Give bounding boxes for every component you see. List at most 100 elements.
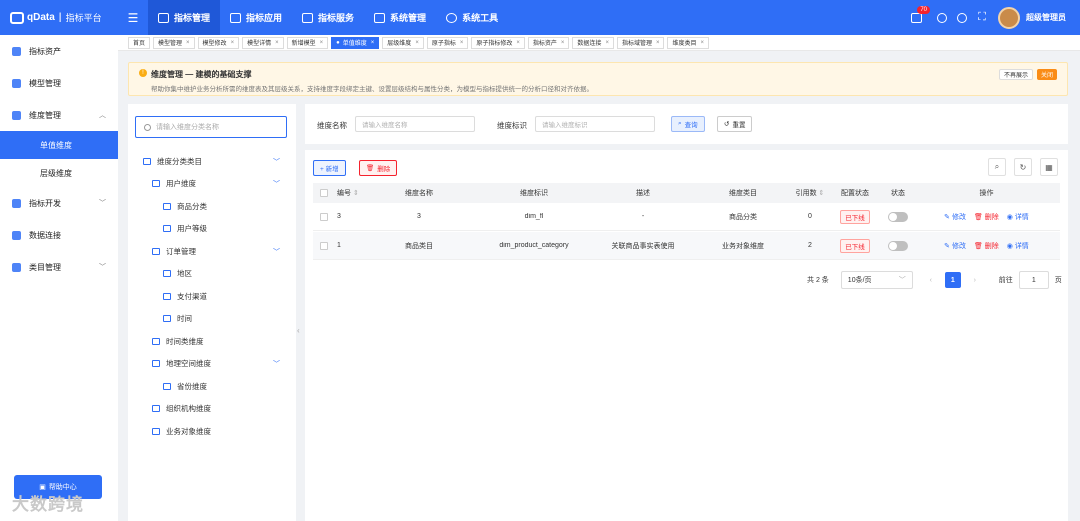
tree-search-input[interactable]: 请输入维度分类名称 bbox=[135, 116, 287, 138]
tree-node-geo[interactable]: 地理空间维度 ﹀ bbox=[152, 358, 283, 369]
detail-link[interactable]: ◉ 详情 bbox=[1007, 243, 1029, 250]
chevron-down-icon: ﹀ bbox=[99, 264, 106, 271]
tree-node-product-category[interactable]: 商品分类 bbox=[163, 201, 207, 212]
sort-icon[interactable]: ⇕ bbox=[819, 190, 825, 197]
sidebar-item-model-management[interactable]: 模型管理 bbox=[0, 67, 118, 99]
tree-node-user[interactable]: 用户维度 ﹀ bbox=[152, 178, 283, 189]
edit-link[interactable]: ✎ 修改 bbox=[944, 243, 966, 250]
tree-node-root[interactable]: 维度分类类目 ﹀ bbox=[143, 156, 283, 167]
avatar[interactable] bbox=[998, 6, 1020, 29]
sidebar-item-dimension-management[interactable]: 维度管理 ︿ bbox=[0, 99, 118, 131]
tab-new-model[interactable]: 新增模型 × bbox=[286, 36, 329, 49]
table-icon bbox=[152, 428, 160, 435]
close-icon[interactable]: × bbox=[605, 40, 609, 46]
tree-node-organization[interactable]: 组织机构维度 bbox=[152, 403, 211, 414]
close-notice-button[interactable]: 关闭 bbox=[1036, 69, 1057, 80]
add-button[interactable]: + 新增 bbox=[313, 160, 346, 176]
next-page-button[interactable]: › bbox=[967, 272, 983, 288]
tab-model-edit[interactable]: 模型修改 × bbox=[197, 36, 240, 49]
columns-button[interactable]: ▦ bbox=[1040, 158, 1058, 176]
name-filter-input[interactable]: 请输入维度名称 bbox=[355, 116, 475, 132]
tab-model-management[interactable]: 模型管理 × bbox=[153, 36, 195, 49]
topnav-metric-application[interactable]: 指标应用 bbox=[220, 0, 292, 35]
no-show-button[interactable]: 不再展示 bbox=[998, 69, 1033, 80]
sidebar-item-metric-assets[interactable]: 指标资产 bbox=[0, 35, 118, 67]
goto-page-input[interactable]: 1 bbox=[1018, 271, 1049, 289]
table-icon bbox=[163, 383, 171, 390]
refresh-button[interactable] bbox=[936, 12, 948, 24]
brand[interactable]: qData | 指标平台 bbox=[0, 11, 118, 24]
page-number[interactable]: 1 bbox=[944, 272, 961, 288]
tree-node-payment-channel[interactable]: 支付渠道 bbox=[163, 291, 207, 302]
remove-link[interactable]: 🗑 删除 bbox=[974, 214, 999, 221]
state-toggle[interactable] bbox=[888, 240, 908, 251]
tab-home[interactable]: 首页 bbox=[128, 36, 151, 49]
close-icon[interactable]: × bbox=[275, 40, 279, 46]
sidebar-item-data-connection[interactable]: 数据连接 bbox=[0, 219, 118, 251]
tree-node-order[interactable]: 订单管理 ﹀ bbox=[152, 246, 283, 257]
tab-model-detail[interactable]: 模型详情 × bbox=[242, 36, 284, 49]
tab-dimension-category[interactable]: 维度类目 × bbox=[667, 36, 710, 49]
close-icon[interactable]: × bbox=[460, 40, 464, 46]
sidebar-sub-single-dimension[interactable]: 单值维度 bbox=[0, 131, 118, 159]
topnav-system-tools[interactable]: 系统工具 bbox=[436, 0, 508, 35]
prev-page-button[interactable]: ‹ bbox=[923, 272, 939, 288]
remove-link[interactable]: 🗑 删除 bbox=[974, 243, 999, 250]
chevron-down-icon[interactable]: ﹀ bbox=[273, 179, 280, 189]
close-icon[interactable]: × bbox=[656, 40, 660, 46]
tab-metric-domain[interactable]: 指标域管理 × bbox=[616, 36, 665, 49]
query-button[interactable]: ⌕ 查询 bbox=[671, 116, 705, 132]
notification-button[interactable]: 70 bbox=[910, 5, 930, 24]
collapse-panel-icon[interactable]: ‹ bbox=[297, 326, 300, 335]
col-no[interactable]: 编号 ⇕ bbox=[335, 188, 363, 198]
delete-button[interactable]: 🗑 删除 bbox=[359, 160, 398, 176]
close-icon[interactable]: × bbox=[320, 40, 324, 46]
topnav-metric-service[interactable]: 指标服务 bbox=[292, 0, 364, 35]
search-button[interactable] bbox=[956, 12, 968, 24]
username[interactable]: 超级管理员 bbox=[1026, 12, 1066, 23]
row-checkbox[interactable] bbox=[313, 212, 335, 221]
close-icon[interactable]: × bbox=[186, 40, 190, 46]
page-size-select[interactable]: 10条/页 ﹀ bbox=[840, 271, 913, 289]
close-icon[interactable]: × bbox=[701, 40, 705, 46]
close-icon[interactable]: × bbox=[415, 40, 419, 46]
menu-toggle-icon[interactable]: ☰ bbox=[118, 11, 148, 25]
chevron-down-icon[interactable]: ﹀ bbox=[273, 247, 280, 257]
row-checkbox[interactable] bbox=[313, 241, 335, 250]
chevron-down-icon[interactable]: ﹀ bbox=[273, 157, 280, 167]
detail-link[interactable]: ◉ 详情 bbox=[1007, 214, 1029, 221]
select-all-checkbox[interactable] bbox=[313, 189, 335, 197]
topnav-system-management[interactable]: 系统管理 bbox=[364, 0, 436, 35]
sidebar-item-metric-development[interactable]: 指标开发 ﹀ bbox=[0, 187, 118, 219]
sidebar-item-category-management[interactable]: 类目管理 ﹀ bbox=[0, 251, 118, 283]
fullscreen-button[interactable]: ⛶ bbox=[976, 11, 988, 24]
tab-atomic-metric[interactable]: 原子指标 × bbox=[426, 36, 469, 49]
state-toggle[interactable] bbox=[888, 211, 908, 222]
tree-node-region[interactable]: 地区 bbox=[163, 268, 192, 279]
tree-node-time[interactable]: 时间 bbox=[163, 313, 192, 324]
tab-data-connection[interactable]: 数据连接 × bbox=[572, 36, 614, 49]
close-icon[interactable]: × bbox=[231, 40, 235, 46]
refresh-table-button[interactable]: ↻ bbox=[1014, 158, 1032, 176]
close-icon[interactable]: × bbox=[516, 40, 520, 46]
sidebar-sub-hierarchy-dimension[interactable]: 层级维度 bbox=[0, 159, 118, 187]
sort-icon[interactable]: ⇕ bbox=[353, 190, 359, 197]
key-filter-input[interactable]: 请输入维度标识 bbox=[535, 116, 655, 132]
edit-link[interactable]: ✎ 修改 bbox=[944, 214, 966, 221]
tree-node-user-level[interactable]: 用户等级 bbox=[163, 223, 207, 234]
topnav-metric-management[interactable]: 指标管理 bbox=[148, 0, 221, 35]
tree-node-business-object[interactable]: 业务对象维度 bbox=[152, 426, 211, 437]
tree-node-time-dimension[interactable]: 时间类维度 bbox=[152, 336, 204, 347]
tree-node-province[interactable]: 省份维度 bbox=[163, 381, 207, 392]
tab-hierarchy-dimension[interactable]: 层级维度 × bbox=[382, 36, 424, 49]
col-refs[interactable]: 引用数 ⇕ bbox=[793, 188, 827, 198]
close-icon[interactable]: × bbox=[371, 40, 375, 46]
reset-button[interactable]: ↺ 重置 bbox=[717, 116, 753, 132]
tab-atomic-metric-edit[interactable]: 原子指标修改 × bbox=[471, 36, 525, 49]
search-toggle-button[interactable]: ⌕ bbox=[988, 158, 1006, 176]
tab-metric-assets[interactable]: 指标资产 × bbox=[527, 36, 570, 49]
search-icon bbox=[144, 123, 151, 131]
tab-single-dimension[interactable]: ● 单值维度 × bbox=[331, 36, 380, 49]
close-icon[interactable]: × bbox=[561, 40, 565, 46]
chevron-down-icon[interactable]: ﹀ bbox=[273, 359, 280, 369]
